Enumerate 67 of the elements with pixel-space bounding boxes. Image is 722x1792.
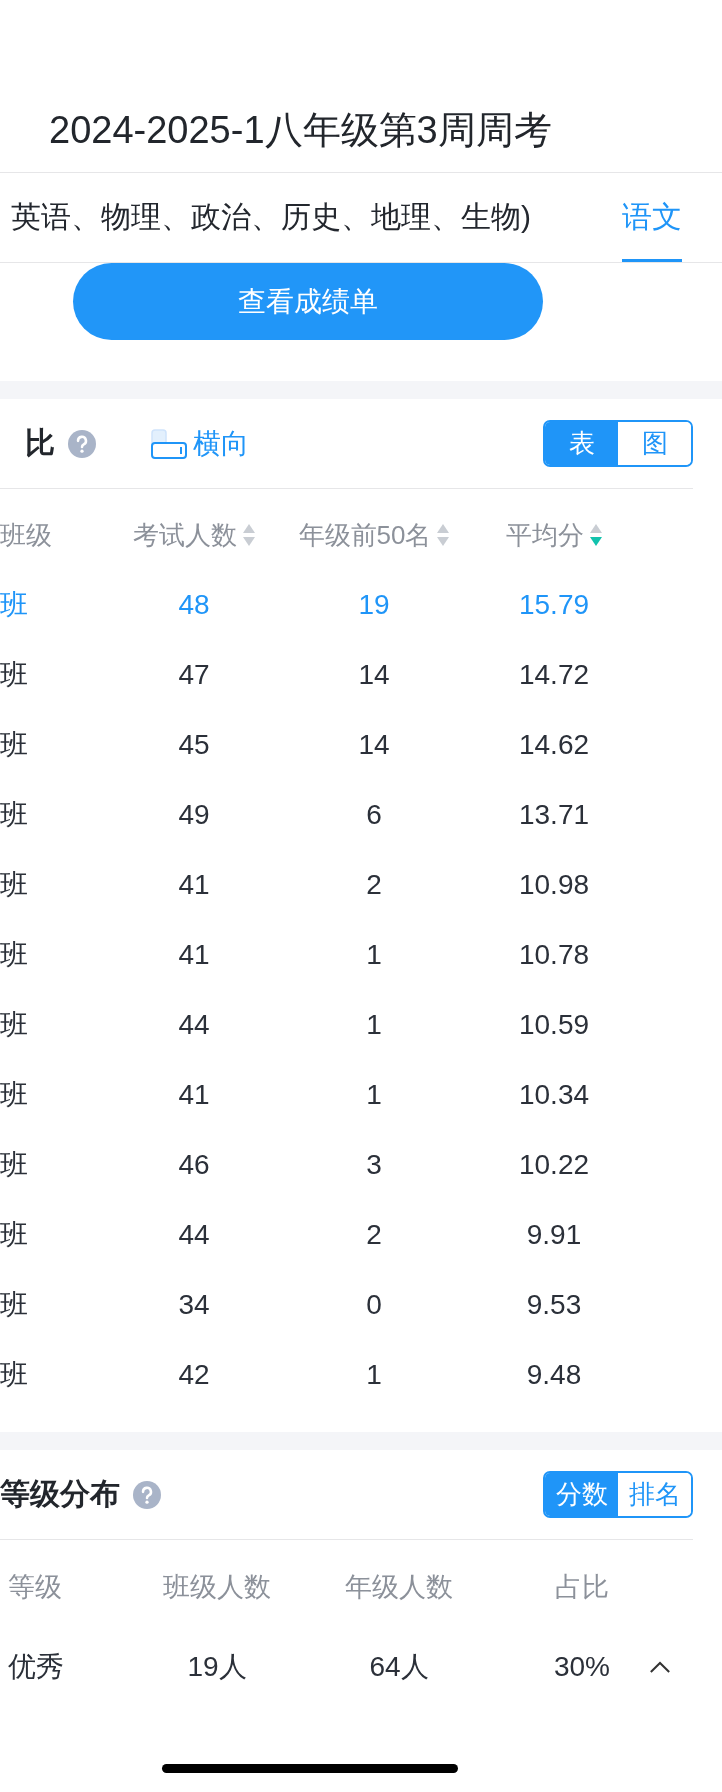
table-cell: 14.62 <box>518 729 590 761</box>
table-cell: 34 <box>178 1289 210 1321</box>
table-cell: 9.91 <box>526 1219 582 1251</box>
table-cell: 10.98 <box>518 869 590 901</box>
landscape-icon <box>151 428 187 459</box>
page-title: 2024-2025-1八年级第3周周考 <box>49 108 552 152</box>
table-cell[interactable]: 班 <box>0 1286 28 1324</box>
table-cell[interactable]: 班 <box>0 866 28 904</box>
table-cell-text: 64人 <box>369 1650 429 1684</box>
table-cell[interactable]: 班 <box>0 726 28 764</box>
column-header: 等级 <box>8 1571 62 1604</box>
table-cell: 41 <box>178 939 210 971</box>
table-cell: 10.22 <box>518 1149 590 1181</box>
table-cell: 1 <box>366 1359 382 1391</box>
table-cell[interactable]: 班 <box>0 1076 28 1114</box>
section-title: 等级分布 <box>0 1476 120 1512</box>
table-cell: 47 <box>178 659 210 691</box>
sort-icon[interactable] <box>590 523 602 547</box>
table-cell: 48 <box>178 589 210 621</box>
table-cell: 9.53 <box>526 1289 582 1321</box>
table-cell: 2 <box>366 1219 382 1251</box>
column-header: 班级 <box>0 518 52 552</box>
column-header: 年级人数 <box>345 1571 453 1604</box>
sort-icon[interactable] <box>243 523 255 547</box>
table-cell: 1 <box>366 939 382 971</box>
table-cell: 44 <box>178 1219 210 1251</box>
table-cell[interactable]: 班 <box>0 1146 28 1184</box>
table-cell: 45 <box>178 729 210 761</box>
table-cell: 9.48 <box>526 1359 582 1391</box>
chevron-up-icon[interactable] <box>649 1660 671 1674</box>
table-cell: 41 <box>178 1079 210 1111</box>
table-cell-text: 19人 <box>187 1650 247 1684</box>
table-cell: 46 <box>178 1149 210 1181</box>
table-cell[interactable]: 班 <box>0 796 28 834</box>
table-cell[interactable]: 班 <box>0 656 28 694</box>
table-cell[interactable]: 班 <box>0 936 28 974</box>
table-cell: 14 <box>358 659 390 691</box>
table-cell[interactable]: 班 <box>0 1356 28 1394</box>
table-cell: 49 <box>178 799 210 831</box>
table-cell: 10.59 <box>518 1009 590 1041</box>
table-cell: 0 <box>366 1289 382 1321</box>
table-cell: 19 <box>358 589 390 621</box>
table-cell: 30% <box>553 1651 610 1683</box>
table-cell: 3 <box>366 1149 382 1181</box>
table-cell: 41 <box>178 869 210 901</box>
table-cell: 1 <box>366 1009 382 1041</box>
table-cell: 15.79 <box>518 589 590 621</box>
table-cell: 10.34 <box>518 1079 590 1111</box>
sort-icon[interactable] <box>437 523 450 547</box>
help-icon[interactable] <box>68 429 96 458</box>
table-cell: 44 <box>178 1009 210 1041</box>
table-cell: 14.72 <box>518 659 590 691</box>
table-cell: 10.78 <box>518 939 590 971</box>
subject-tab[interactable]: 英语、物理、政治、历史、地理、生物) <box>11 173 531 262</box>
table-cell: 2 <box>366 869 382 901</box>
table-cell: 42 <box>178 1359 210 1391</box>
column-header: 占比 <box>555 1571 609 1604</box>
table-cell: 6 <box>366 799 382 831</box>
table-cell-text: 优秀 <box>8 1650 64 1684</box>
table-cell[interactable]: 班 <box>0 1006 28 1044</box>
help-icon[interactable] <box>133 1480 161 1509</box>
section-title: 比 <box>25 425 55 461</box>
table-cell: 13.71 <box>518 799 590 831</box>
table-cell: 1 <box>366 1079 382 1111</box>
table-cell[interactable]: 班 <box>0 1216 28 1254</box>
table-cell: 14 <box>358 729 390 761</box>
column-header: 班级人数 <box>163 1571 271 1604</box>
